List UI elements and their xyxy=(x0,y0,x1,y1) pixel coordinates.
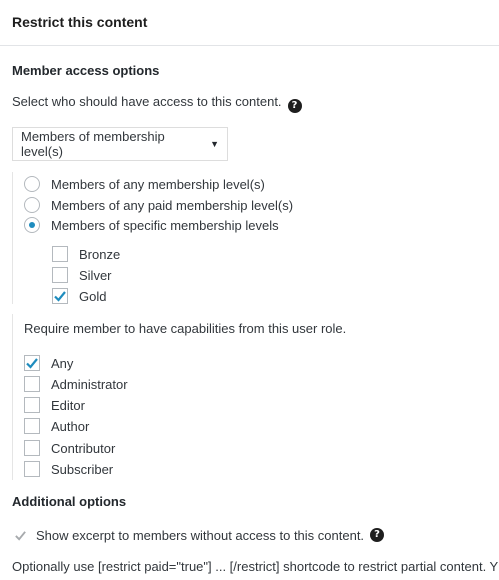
access-options-group xyxy=(12,172,13,304)
role-label: Subscriber xyxy=(51,461,114,477)
level-label: Gold xyxy=(79,288,107,304)
role-label: Any xyxy=(51,355,74,371)
access-description-text: Select who should have access to this co… xyxy=(12,94,282,109)
capabilities-description: Require member to have capabilities from… xyxy=(24,321,347,336)
excerpt-option[interactable]: Show excerpt to members without access t… xyxy=(12,527,385,543)
role-subscriber[interactable]: Subscriber xyxy=(24,461,113,477)
shortcode-note: Optionally use [restrict paid="true"] ..… xyxy=(12,559,499,574)
radio-label: Members of specific membership levels xyxy=(51,217,279,233)
role-label: Editor xyxy=(51,397,85,413)
checkbox[interactable] xyxy=(52,246,68,262)
checkmark-icon xyxy=(14,530,26,541)
role-author[interactable]: Author xyxy=(24,418,89,434)
capabilities-group xyxy=(12,314,13,480)
role-editor[interactable]: Editor xyxy=(24,397,85,413)
access-select[interactable]: Members of membership level(s) ▼ xyxy=(12,127,228,161)
radio-dot xyxy=(29,222,35,228)
level-bronze[interactable]: Bronze xyxy=(52,246,120,262)
panel-header: Restrict this content xyxy=(0,0,499,46)
checkbox[interactable] xyxy=(24,440,40,456)
access-description: Select who should have access to this co… xyxy=(12,94,302,113)
role-label: Administrator xyxy=(51,376,128,392)
excerpt-label: Show excerpt to members without access t… xyxy=(36,527,365,543)
role-any[interactable]: Any xyxy=(24,355,73,371)
radio-label: Members of any membership level(s) xyxy=(51,176,265,192)
help-icon[interactable]: ? xyxy=(370,528,385,542)
checkbox-checked[interactable] xyxy=(52,288,68,304)
checkbox[interactable] xyxy=(24,376,40,392)
role-label: Author xyxy=(51,418,90,434)
level-label: Silver xyxy=(79,267,112,283)
level-silver[interactable]: Silver xyxy=(52,267,112,283)
radio-any-level[interactable]: Members of any membership level(s) xyxy=(24,176,265,192)
level-gold[interactable]: Gold xyxy=(52,288,106,304)
role-contributor[interactable]: Contributor xyxy=(24,440,115,456)
role-label: Contributor xyxy=(51,440,116,456)
access-select-value: Members of membership level(s) xyxy=(21,129,165,159)
checkbox[interactable] xyxy=(24,397,40,413)
radio-button-selected[interactable] xyxy=(24,217,40,233)
chevron-down-icon: ▼ xyxy=(210,139,219,149)
checkbox[interactable] xyxy=(52,267,68,283)
radio-button[interactable] xyxy=(24,176,40,192)
excerpt-checkbox[interactable] xyxy=(12,527,28,543)
help-icon[interactable]: ? xyxy=(287,99,302,113)
radio-specific-levels[interactable]: Members of specific membership levels xyxy=(24,217,279,233)
radio-label: Members of any paid membership level(s) xyxy=(51,197,294,213)
level-label: Bronze xyxy=(79,246,121,262)
checkmark-icon xyxy=(54,291,66,302)
radio-button[interactable] xyxy=(24,197,40,213)
radio-paid-level[interactable]: Members of any paid membership level(s) xyxy=(24,197,293,213)
checkbox[interactable] xyxy=(24,418,40,434)
checkbox-checked[interactable] xyxy=(24,355,40,371)
checkbox[interactable] xyxy=(24,461,40,477)
checkmark-icon xyxy=(26,358,38,369)
role-administrator[interactable]: Administrator xyxy=(24,376,128,392)
panel-title: Restrict this content xyxy=(12,14,148,30)
additional-options-title: Additional options xyxy=(12,494,127,509)
member-access-title: Member access options xyxy=(12,63,160,78)
